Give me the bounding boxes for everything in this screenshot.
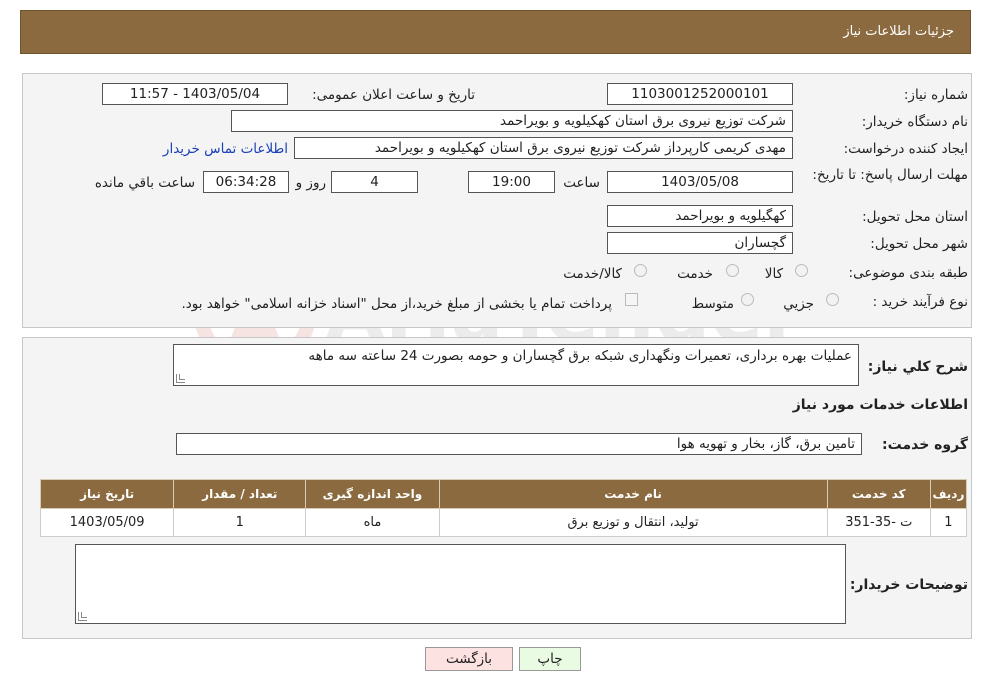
contact-buyer-link[interactable]: اطلاعات تماس خریدار xyxy=(163,141,288,157)
page-title: جزئیات اطلاعات نیاز xyxy=(843,24,954,39)
category-goods-service-radio[interactable] xyxy=(634,264,647,277)
col-unit: واحد اندازه گیری xyxy=(305,479,440,509)
service-group-field: تامین برق، گاز، بخار و تهویه هوا xyxy=(176,433,862,455)
creator-field: مهدی کریمی کارپرداز شرکت توزیع نیروی برق… xyxy=(294,137,793,159)
announce-label: تاریخ و ساعت اعلان عمومی: xyxy=(312,87,475,103)
category-goods-radio[interactable] xyxy=(795,264,808,277)
city-label: شهر محل تحویل: xyxy=(870,236,968,252)
cell-need-date: 1403/05/09 xyxy=(39,508,175,537)
buyer-notes-resize-handle[interactable] xyxy=(78,612,87,621)
buyer-notes-label: توضیحات خریدار: xyxy=(849,577,968,593)
payment-note: پرداخت تمام یا بخشی از مبلغ خرید،از محل … xyxy=(181,296,612,312)
col-row-number: ردیف xyxy=(929,479,968,509)
province-label: استان محل تحویل: xyxy=(862,209,968,225)
days-label: روز و xyxy=(295,175,326,191)
table-row: 1 ت -35-351 تولید، انتقال و توزیع برق ما… xyxy=(39,508,968,537)
cell-quantity: 1 xyxy=(173,508,307,537)
deadline-label: مهلت ارسال پاسخ: تا تاریخ: xyxy=(812,167,968,183)
services-table: ردیف کد خدمت نام خدمت واحد اندازه گیری ت… xyxy=(39,479,968,537)
cell-service-code: ت -35-351 xyxy=(826,508,931,537)
need-number-label: شماره نیاز: xyxy=(903,87,968,103)
province-field: کهگیلویه و بویراحمد xyxy=(607,205,793,227)
process-label: نوع فرآیند خرید : xyxy=(872,294,968,310)
col-service-code: کد خدمت xyxy=(826,479,931,509)
deadline-time-field: 19:00 xyxy=(468,171,555,193)
services-title: اطلاعات خدمات مورد نیاز xyxy=(792,397,968,413)
remaining-label: ساعت باقي مانده xyxy=(94,175,195,191)
table-header-row: ردیف کد خدمت نام خدمت واحد اندازه گیری ت… xyxy=(39,479,968,509)
page-header: جزئیات اطلاعات نیاز xyxy=(20,10,971,54)
buyer-org-label: نام دستگاه خریدار: xyxy=(861,114,968,130)
buyer-org-field: شرکت توزیع نیروی برق استان کهکیلویه و بو… xyxy=(231,110,793,132)
category-service-label: خدمت xyxy=(677,266,713,282)
treasury-payment-checkbox[interactable] xyxy=(625,293,638,306)
cell-service-name: تولید، انتقال و توزیع برق xyxy=(438,508,828,537)
creator-label: ایجاد کننده درخواست: xyxy=(843,141,968,157)
deadline-date-field: 1403/05/08 xyxy=(607,171,793,193)
cell-row-number: 1 xyxy=(929,508,968,537)
col-service-name: نام خدمت xyxy=(438,479,828,509)
category-label: طبقه بندی موضوعی: xyxy=(848,265,968,281)
category-service-radio[interactable] xyxy=(726,264,739,277)
summary-label: شرح کلي نیاز: xyxy=(867,359,968,375)
process-partial-label: جزیي xyxy=(783,296,814,312)
back-button[interactable]: بازگشت xyxy=(425,647,513,671)
time-label: ساعت xyxy=(563,175,600,191)
days-field: 4 xyxy=(331,171,418,193)
process-medium-radio[interactable] xyxy=(741,293,754,306)
category-goods-service-label: کالا/خدمت xyxy=(563,266,622,282)
process-medium-label: متوسط xyxy=(691,296,734,312)
buyer-notes-textarea[interactable] xyxy=(75,544,846,624)
print-button[interactable]: چاپ xyxy=(519,647,581,671)
summary-textarea[interactable]: عملیات بهره برداری، تعمیرات ونگهداری شبک… xyxy=(173,344,859,386)
need-number-field: 1103001252000101 xyxy=(607,83,793,105)
col-need-date: تاریخ نیاز xyxy=(39,479,175,509)
remaining-time-field: 06:34:28 xyxy=(203,171,289,193)
process-partial-radio[interactable] xyxy=(826,293,839,306)
cell-unit: ماه xyxy=(305,508,440,537)
service-group-label: گروه خدمت: xyxy=(882,437,968,453)
col-quantity: تعداد / مقدار xyxy=(173,479,307,509)
city-field: گچساران xyxy=(607,232,793,254)
announce-field: 1403/05/04 - 11:57 xyxy=(102,83,288,105)
category-goods-label: کالا xyxy=(764,266,783,282)
summary-resize-handle[interactable] xyxy=(176,374,185,383)
